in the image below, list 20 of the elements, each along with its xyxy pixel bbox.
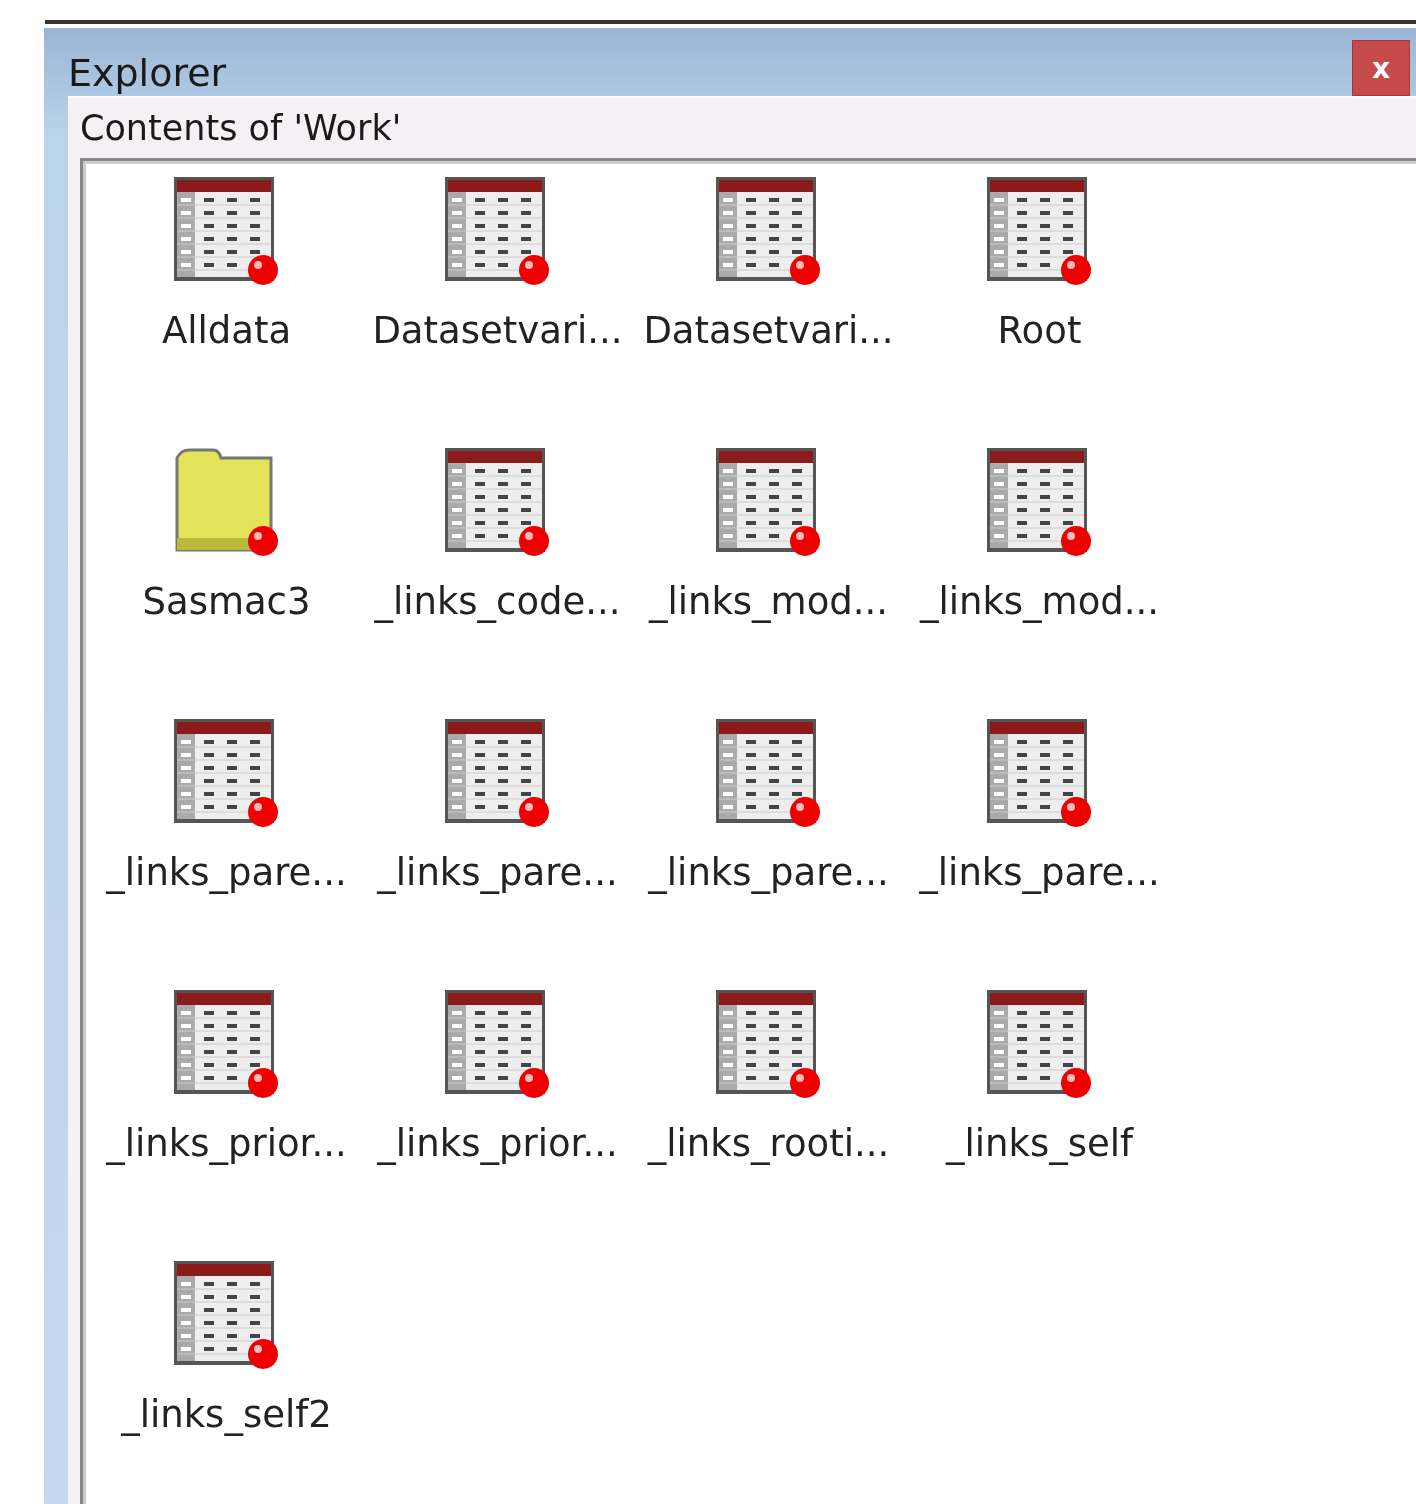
item-label[interactable]: Sasmac3 xyxy=(142,580,311,623)
close-button[interactable]: x xyxy=(1352,40,1410,96)
item-label[interactable]: Datasetvari... xyxy=(372,309,623,352)
item-label[interactable]: _links_self2 xyxy=(121,1393,332,1436)
item-label[interactable]: _links_pare... xyxy=(919,851,1160,894)
panel-title: Contents of 'Work' xyxy=(80,108,403,148)
item-label[interactable]: _links_pare... xyxy=(377,851,618,894)
item-label[interactable]: _links_code... xyxy=(374,580,621,623)
item-label[interactable]: _links_rooti... xyxy=(647,1122,890,1165)
item-label[interactable]: _links_prior... xyxy=(377,1122,618,1165)
item-label[interactable]: Datasetvari... xyxy=(643,309,894,352)
item-label[interactable]: Root xyxy=(997,309,1082,352)
item-label[interactable]: _links_self xyxy=(945,1122,1134,1165)
item-label[interactable]: Alldata xyxy=(161,309,292,352)
item-label[interactable]: _links_mod... xyxy=(648,580,889,623)
item-label[interactable]: _links_mod... xyxy=(919,580,1160,623)
window-title: Explorer xyxy=(68,51,227,95)
item-label[interactable]: _links_prior... xyxy=(106,1122,347,1165)
item-label[interactable]: _links_pare... xyxy=(106,851,347,894)
item-label[interactable]: _links_pare... xyxy=(648,851,889,894)
